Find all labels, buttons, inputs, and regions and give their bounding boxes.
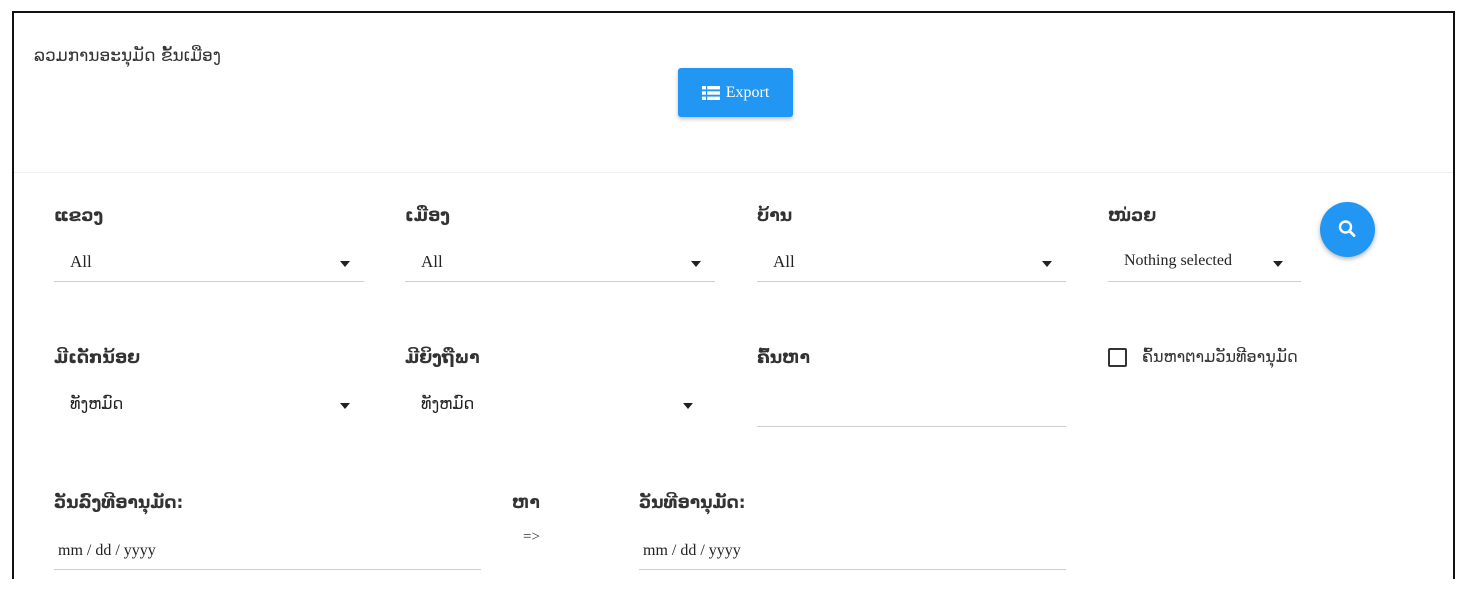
end-date-input[interactable]: mm / dd / yyyy — [639, 529, 1066, 570]
pregnant-select[interactable]: ທັງຫມົດ — [405, 383, 715, 423]
page-title: ລວມການອະນຸມັດ ຂັ້ນເມືອງ — [34, 46, 221, 66]
search-button[interactable] — [1320, 202, 1375, 257]
district-label: ເມືອງ — [405, 206, 450, 226]
district-select[interactable]: All — [405, 241, 715, 282]
search-label: ຄົ້ນຫາ — [757, 348, 811, 368]
start-date-placeholder: mm / dd / yyyy — [58, 542, 156, 559]
unit-select[interactable]: Nothing selected — [1108, 241, 1301, 282]
start-date-label: ວັນລົງທີອານຸມັດ: — [54, 493, 184, 513]
unit-label: ໜ່ວຍ — [1108, 206, 1157, 226]
province-value: All — [70, 252, 92, 271]
export-button[interactable]: Export — [678, 68, 793, 117]
search-by-date-label: ຄົ້ນຫາຕາມວັນທີອານຸມັດ — [1142, 347, 1298, 366]
export-label: Export — [725, 83, 770, 101]
search-icon — [1338, 220, 1356, 237]
village-value: All — [773, 252, 795, 271]
arrow-text: => — [523, 529, 540, 545]
caret-down-icon — [1273, 261, 1283, 267]
search-by-date-checkbox[interactable] — [1108, 348, 1127, 367]
search-input[interactable] — [757, 386, 1066, 427]
caret-down-icon — [340, 261, 350, 267]
list-icon — [701, 85, 720, 100]
caret-down-icon — [691, 261, 701, 267]
end-date-label: ວັນທີອານຸມັດ: — [639, 493, 746, 513]
start-date-input[interactable]: mm / dd / yyyy — [54, 529, 481, 570]
province-select[interactable]: All — [54, 241, 364, 282]
header-divider — [14, 172, 1453, 173]
unit-value: Nothing selected — [1124, 252, 1232, 269]
village-label: ບ້ານ — [757, 206, 793, 226]
caret-down-icon — [340, 403, 350, 409]
village-select[interactable]: All — [757, 241, 1066, 282]
report-panel: ລວມການອະນຸມັດ ຂັ້ນເມືອງ Export ແຂວງ All … — [12, 11, 1455, 579]
has-children-select[interactable]: ທັງຫມົດ — [54, 383, 364, 423]
end-date-placeholder: mm / dd / yyyy — [643, 542, 741, 559]
province-label: ແຂວງ — [54, 206, 104, 226]
district-value: All — [421, 252, 443, 271]
caret-down-icon — [683, 403, 693, 409]
has-children-value: ທັງຫມົດ — [70, 394, 124, 413]
pregnant-label: ມີຍິງຖືພາ — [405, 348, 480, 368]
to-label: ຫາ — [512, 493, 540, 513]
has-children-label: ມີເດັກນ້ອຍ — [54, 348, 141, 368]
pregnant-value: ທັງຫມົດ — [421, 394, 475, 413]
caret-down-icon — [1042, 261, 1052, 267]
